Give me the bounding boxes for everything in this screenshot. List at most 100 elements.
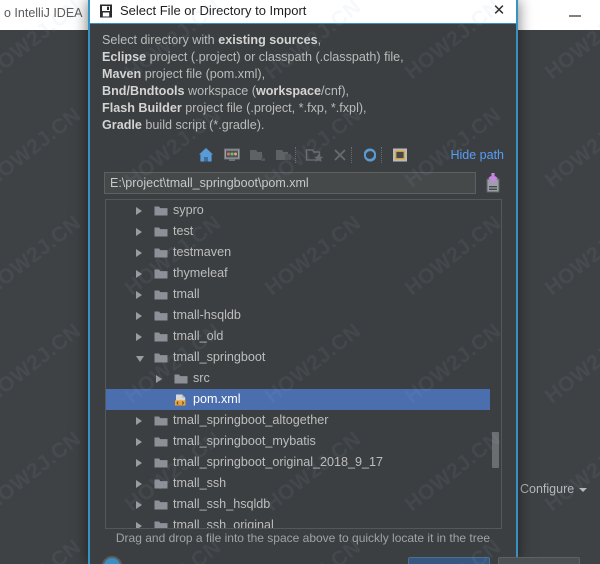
- description-keyword: Maven: [102, 67, 142, 81]
- folder-icon: [154, 269, 168, 279]
- description-text: Select directory with: [102, 33, 219, 47]
- new-folder-icon: [305, 149, 324, 162]
- home-icon[interactable]: [196, 145, 216, 165]
- paste-from-clipboard-icon[interactable]: [484, 172, 502, 194]
- tree-row-label: tmall_ssh_original: [173, 518, 274, 529]
- dialog-description: Select directory with existing sources, E…: [90, 24, 516, 134]
- chevron-right-icon[interactable]: [136, 249, 142, 257]
- tree-row-label: tmall_springboot_original_2018_9_17: [173, 455, 384, 469]
- folder-icon: [174, 374, 188, 384]
- description-text: build script (*.gradle).: [141, 118, 265, 132]
- drag-drop-hint: Drag and drop a file into the space abov…: [115, 531, 491, 545]
- tree-row[interactable]: tmall_ssh_hsqldb: [106, 494, 501, 515]
- cancel-button[interactable]: [498, 557, 580, 564]
- folder-icon: [154, 248, 168, 258]
- tree-row[interactable]: test: [106, 221, 501, 242]
- tree-row[interactable]: tmall_springboot: [106, 347, 501, 368]
- chevron-right-icon[interactable]: [136, 291, 142, 299]
- hide-path-link[interactable]: Hide path: [450, 148, 504, 162]
- import-dialog-icon: [100, 4, 112, 18]
- tree-row[interactable]: tmall_ssh: [106, 473, 501, 494]
- dialog-button-bar: [90, 556, 580, 564]
- tree-row-label: pom.xml: [193, 392, 241, 406]
- ok-button[interactable]: [408, 557, 490, 564]
- tree-row[interactable]: tmall_springboot_original_2018_9_17: [106, 452, 501, 473]
- description-line: Maven project file (pom.xml),: [102, 66, 516, 83]
- description-line: Eclipse project (.project) or classpath …: [102, 49, 516, 66]
- background-window-title: o IntelliJ IDEA: [4, 6, 83, 20]
- tree-scrollbar[interactable]: [490, 200, 501, 528]
- toolbar-separator: [351, 147, 353, 163]
- description-text: ,: [317, 33, 322, 47]
- tree-row-selected[interactable]: pom.xml: [106, 389, 501, 410]
- chevron-right-icon[interactable]: [136, 228, 142, 236]
- tree-row[interactable]: tmall: [106, 284, 501, 305]
- toolbar-separator: [381, 147, 383, 163]
- tree-row[interactable]: tmall-hsqldb: [106, 305, 501, 326]
- description-text: /cnf),: [321, 84, 350, 98]
- tree-row[interactable]: tmall_springboot_mybatis: [106, 431, 501, 452]
- tree-row-label: tmall_springboot_mybatis: [173, 434, 316, 448]
- project-directory-icon: [250, 150, 265, 161]
- chevron-down-icon: [579, 487, 588, 492]
- chevron-right-icon[interactable]: [136, 333, 142, 341]
- configure-button[interactable]: Configure: [520, 482, 588, 496]
- chevron-right-icon[interactable]: [136, 207, 142, 215]
- tree-row-label: tmall_ssh: [173, 476, 227, 490]
- close-icon[interactable]: ✕: [490, 2, 508, 20]
- refresh-icon[interactable]: [360, 145, 380, 165]
- description-line: Flash Builder project file (.project, *.…: [102, 100, 516, 117]
- import-dialog: Select File or Directory to Import ✕ Sel…: [88, 0, 580, 564]
- folder-icon: [154, 521, 168, 528]
- tree-row-label: tmall-hsqldb: [173, 308, 241, 322]
- description-text: workspace (: [184, 84, 256, 98]
- chevron-right-icon[interactable]: [136, 438, 142, 446]
- tree-row-label: test: [173, 224, 194, 238]
- description-keyword: workspace: [255, 84, 322, 98]
- description-line: Gradle build script (*.gradle).: [102, 117, 516, 134]
- chevron-right-icon[interactable]: [136, 270, 142, 278]
- tree-row-label: tmall_springboot_altogether: [173, 413, 329, 427]
- folder-icon: [154, 332, 168, 342]
- path-input[interactable]: [104, 172, 476, 194]
- directory-tree[interactable]: sypro test testmaven thymeleaf tmall tmall-hs…: [105, 199, 502, 529]
- tree-row-label: tmall_ssh_hsqldb: [173, 497, 271, 511]
- folder-icon: [154, 500, 168, 510]
- tree-row[interactable]: tmall_old: [106, 326, 501, 347]
- description-keyword: Flash Builder: [102, 101, 182, 115]
- description-keyword: Gradle: [102, 118, 142, 132]
- chevron-right-icon[interactable]: [136, 459, 142, 467]
- tree-row[interactable]: tmall_springboot_altogether: [106, 410, 501, 431]
- tree-row[interactable]: thymeleaf: [106, 263, 501, 284]
- tree-row[interactable]: src: [106, 368, 501, 389]
- chevron-right-icon[interactable]: [136, 480, 142, 488]
- module-directory-icon: [276, 150, 291, 160]
- folder-icon: [154, 311, 168, 321]
- folder-icon: [154, 353, 168, 363]
- description-text: project file (pom.xml),: [141, 67, 266, 81]
- description-keyword: existing sources: [218, 33, 318, 47]
- description-line: Bnd/Bndtools workspace (workspace/cnf),: [102, 83, 516, 100]
- tree-row[interactable]: sypro: [106, 200, 501, 221]
- tree-row-label: tmall_springboot: [173, 350, 266, 364]
- desktop-icon[interactable]: [222, 145, 242, 165]
- folder-icon: [154, 227, 168, 237]
- tree-row[interactable]: testmaven: [106, 242, 501, 263]
- folder-icon: [154, 290, 168, 300]
- show-hidden-files-icon[interactable]: [390, 145, 410, 165]
- help-icon[interactable]: [102, 556, 122, 564]
- screen: o IntelliJ IDEA Configure Select File or…: [0, 0, 600, 564]
- chevron-right-icon[interactable]: [156, 375, 162, 383]
- tree-row-label: src: [193, 371, 210, 385]
- chevron-right-icon[interactable]: [136, 501, 142, 509]
- chevron-down-icon[interactable]: [136, 356, 144, 362]
- chevron-right-icon[interactable]: [136, 312, 142, 320]
- tree-row[interactable]: tmall_ssh_original: [106, 515, 501, 529]
- chevron-right-icon[interactable]: [136, 522, 142, 528]
- delete-icon: [334, 149, 346, 161]
- dialog-titlebar: Select File or Directory to Import ✕: [90, 0, 516, 24]
- chevron-right-icon[interactable]: [136, 417, 142, 425]
- minimize-button[interactable]: [565, 5, 587, 25]
- tree-row-label: tmall_old: [173, 329, 224, 343]
- tree-scrollbar-thumb[interactable]: [492, 432, 499, 468]
